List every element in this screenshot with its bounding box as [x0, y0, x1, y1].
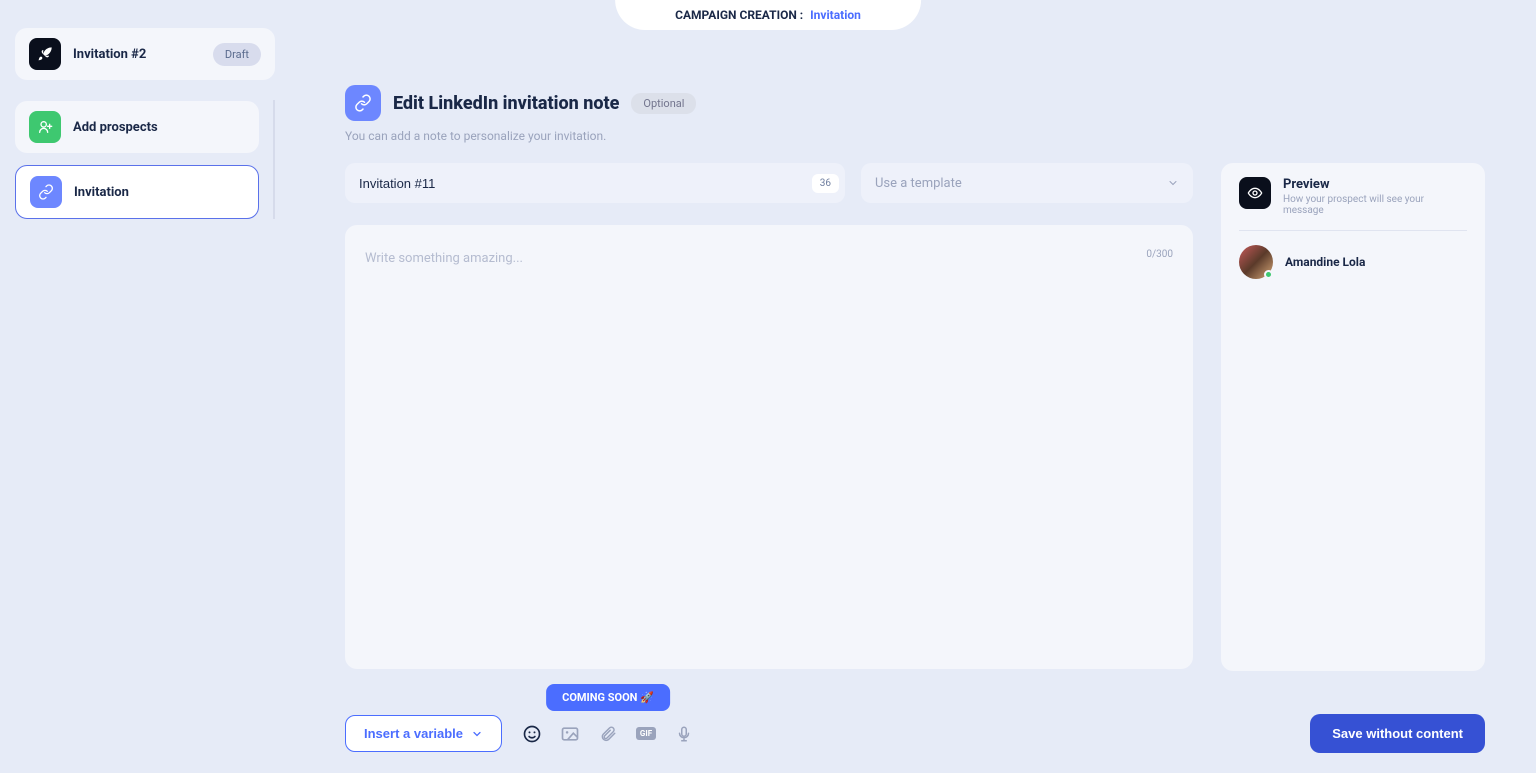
- image-icon[interactable]: [558, 722, 582, 746]
- media-toolbar: COMING SOON 🚀 GIF: [520, 722, 696, 746]
- link-icon: [30, 176, 62, 208]
- chevron-down-icon: [1167, 177, 1179, 189]
- campaign-name: Invitation #2: [73, 47, 201, 62]
- breadcrumb-step: Invitation: [810, 8, 861, 22]
- message-textarea[interactable]: [365, 251, 1173, 643]
- preview-title: Preview: [1283, 177, 1467, 192]
- page-subtitle: You can add a note to personalize your i…: [345, 129, 1485, 143]
- message-char-counter: 0/300: [1146, 249, 1173, 260]
- editor-row: 36 Use a template 0/300: [345, 163, 1485, 671]
- template-select[interactable]: Use a template: [861, 163, 1193, 203]
- main-content: Edit LinkedIn invitation note Optional Y…: [345, 85, 1485, 671]
- sidebar-item-invitation[interactable]: Invitation: [15, 165, 259, 219]
- page-title: Edit LinkedIn invitation note: [393, 93, 619, 114]
- emoji-icon[interactable]: [520, 722, 544, 746]
- editor-column: 36 Use a template 0/300: [345, 163, 1193, 671]
- optional-badge: Optional: [631, 93, 696, 114]
- status-badge: Draft: [213, 43, 261, 66]
- gif-icon[interactable]: GIF: [634, 722, 658, 746]
- microphone-icon[interactable]: [672, 722, 696, 746]
- campaign-card[interactable]: Invitation #2 Draft: [15, 28, 275, 80]
- campaign-breadcrumb: CAMPAIGN CREATION : Invitation: [615, 0, 921, 30]
- template-placeholder: Use a template: [875, 176, 962, 191]
- chevron-down-icon: [471, 728, 483, 740]
- eye-icon: [1239, 177, 1271, 209]
- preview-header: Preview How your prospect will see your …: [1239, 177, 1467, 231]
- sidebar-item-label: Add prospects: [73, 120, 158, 135]
- page-header: Edit LinkedIn invitation note Optional: [345, 85, 1485, 121]
- insert-variable-button[interactable]: Insert a variable: [345, 715, 502, 752]
- message-editor[interactable]: 0/300: [345, 225, 1193, 669]
- sidebar-nav: Add prospects Invitation: [15, 100, 275, 219]
- add-user-icon: [29, 111, 61, 143]
- rocket-icon: [29, 38, 61, 70]
- prospect-name: Amandine Lola: [1285, 255, 1365, 269]
- breadcrumb-label: CAMPAIGN CREATION :: [675, 8, 803, 22]
- save-button[interactable]: Save without content: [1310, 714, 1485, 753]
- avatar: [1239, 245, 1273, 279]
- preview-subtitle: How your prospect will see your message: [1283, 194, 1467, 216]
- sidebar-item-label: Invitation: [74, 185, 129, 200]
- sidebar-item-add-prospects[interactable]: Add prospects: [15, 101, 259, 153]
- presence-indicator: [1264, 270, 1273, 279]
- preview-prospect: Amandine Lola: [1239, 245, 1467, 279]
- preview-panel: Preview How your prospect will see your …: [1221, 163, 1485, 671]
- title-char-count: 36: [812, 174, 839, 193]
- attachment-icon[interactable]: [596, 722, 620, 746]
- link-icon: [345, 85, 381, 121]
- sidebar: Invitation #2 Draft Add prospects Invita…: [15, 28, 275, 219]
- invitation-title-field[interactable]: 36: [345, 163, 845, 203]
- insert-variable-label: Insert a variable: [364, 726, 463, 741]
- coming-soon-badge: COMING SOON 🚀: [546, 684, 670, 711]
- invitation-title-input[interactable]: [359, 176, 812, 191]
- bottom-toolbar: Insert a variable COMING SOON 🚀 GIF Save: [345, 714, 1485, 753]
